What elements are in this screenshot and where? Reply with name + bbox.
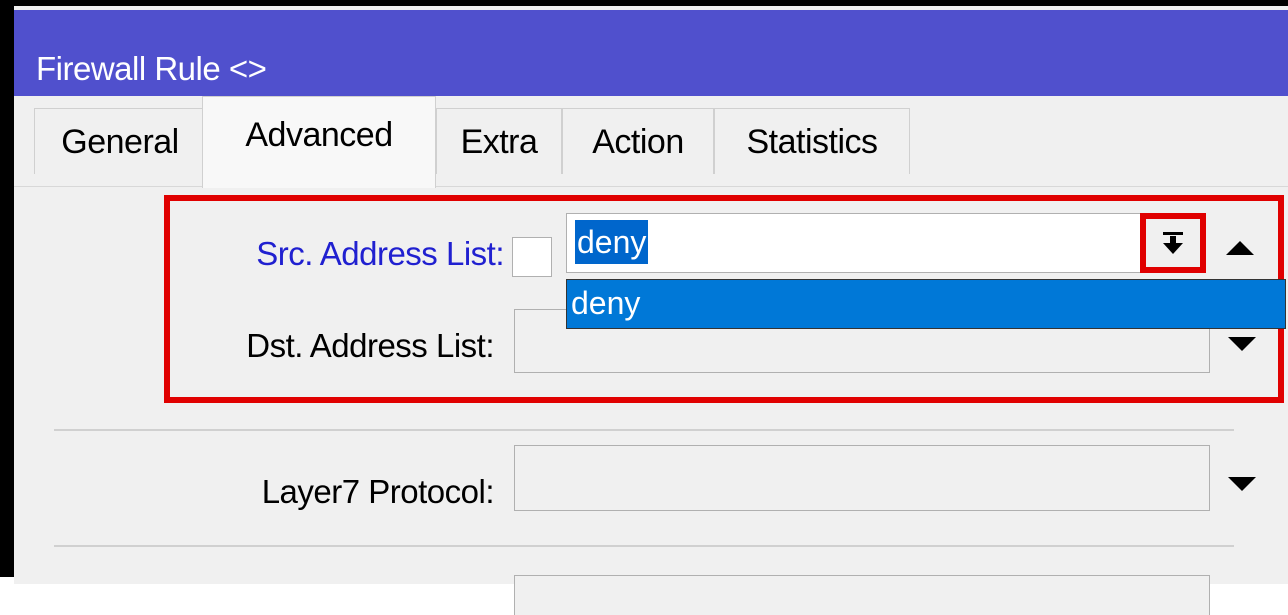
tab-action[interactable]: Action xyxy=(562,108,714,174)
window-titlebar[interactable]: Firewall Rule <> xyxy=(14,10,1288,96)
tab-general[interactable]: General xyxy=(34,108,206,174)
src-address-list-combo-button[interactable] xyxy=(1140,213,1206,273)
screen-left-border xyxy=(0,0,14,577)
tab-content-advanced: Src. Address List: deny deny Dst. Addres… xyxy=(14,186,1288,615)
tab-extra[interactable]: Extra xyxy=(436,108,562,174)
tab-advanced[interactable]: Advanced xyxy=(202,96,436,188)
layer7-protocol-expand-arrow-icon[interactable] xyxy=(1228,477,1256,491)
insert-arrow-icon xyxy=(1163,232,1183,254)
layer7-protocol-input[interactable] xyxy=(514,445,1210,511)
src-address-list-dropdown: deny xyxy=(566,279,1286,329)
dropdown-option-deny[interactable]: deny xyxy=(567,280,1285,326)
firewall-rule-window: Firewall Rule <> General Advanced Extra … xyxy=(14,6,1288,615)
separator-1 xyxy=(54,429,1234,431)
layer7-protocol-label: Layer7 Protocol: xyxy=(261,473,495,510)
window-title: Firewall Rule <> xyxy=(36,50,267,87)
separator-2 xyxy=(54,545,1234,547)
tab-bar: General Advanced Extra Action Statistics xyxy=(14,96,1288,188)
tab-statistics[interactable]: Statistics xyxy=(714,108,910,174)
next-field-input[interactable] xyxy=(514,575,1210,615)
